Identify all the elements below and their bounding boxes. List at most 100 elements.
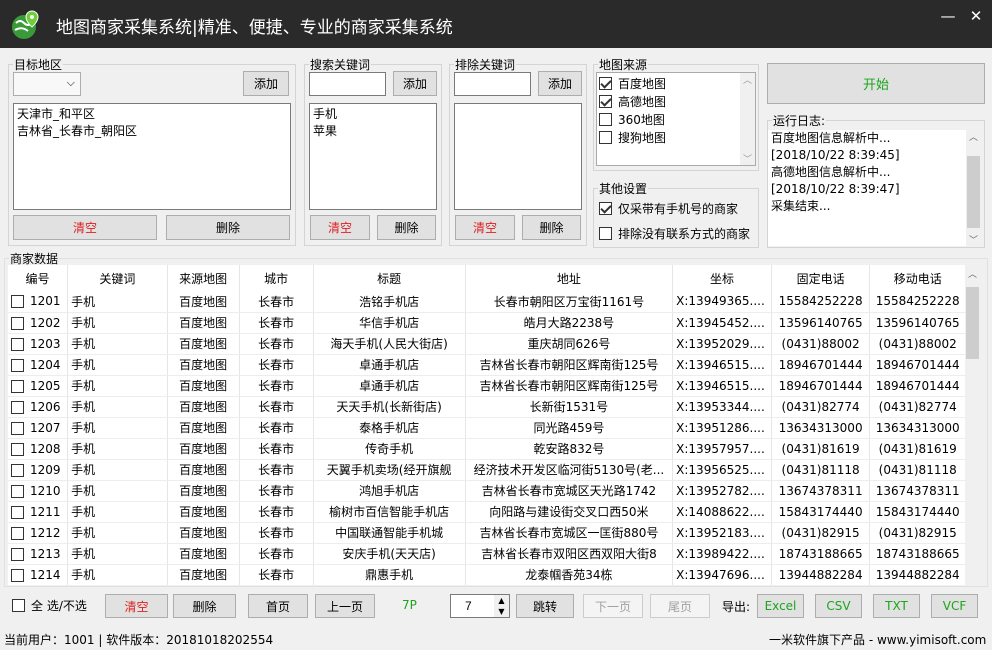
row-checkbox[interactable] [11,358,24,372]
region-clear-button[interactable]: 清空 [13,215,157,240]
row-checkbox[interactable] [11,484,24,498]
keyword-list[interactable]: 手机 苹果 [309,103,437,210]
table-scrollbar[interactable]: ︿ [965,265,980,585]
row-checkbox[interactable] [11,316,24,330]
source-checkbox[interactable] [599,77,612,90]
next-page-button[interactable]: 下一页 [583,594,643,618]
source-checkbox[interactable] [599,95,612,108]
column-header[interactable]: 标题 [313,265,466,291]
scroll-down-icon[interactable]: ﹀ [966,233,981,246]
exclude-delete-button[interactable]: 删除 [522,215,581,240]
source-label: 百度地图 [618,77,667,91]
source-baidu[interactable]: 百度地图 [599,75,666,92]
minimize-button[interactable]: — [938,6,958,26]
exclude-no-contact-checkbox[interactable] [599,227,612,240]
goto-page-button[interactable]: 跳转 [516,594,574,618]
scroll-up-icon[interactable]: ︿ [740,73,755,86]
row-id: 1205 [30,378,61,393]
table-row[interactable]: 1202 手机 百度地图 长春市 华信手机店 皓月大路2238号 X:13945452...… [8,312,966,334]
scroll-down-icon[interactable]: ﹀ [740,152,755,165]
table-row[interactable]: 1208 手机 百度地图 长春市 传奇手机 乾安路832号 X:13957957.... (0… [8,438,966,460]
row-checkbox[interactable] [11,526,24,540]
table-row[interactable]: 1207 手机 百度地图 长春市 泰格手机店 同光路459号 X:13951286.... 1… [8,417,966,439]
table-scroll-thumb[interactable] [966,287,979,359]
keyword-add-button[interactable]: 添加 [393,71,437,96]
exclude-no-contact-option[interactable]: 排除没有联系方式的商家 [599,225,750,242]
row-checkbox[interactable] [11,442,24,456]
table-row[interactable]: 1209 手机 百度地图 长春市 天翼手机卖场(经开旗舰 经济技术开发区临河街5130号(… [8,459,966,481]
exclude-clear-button[interactable]: 清空 [455,215,515,240]
last-page-button[interactable]: 尾页 [650,594,710,618]
table-row[interactable]: 1204 手机 百度地图 长春市 卓通手机店 吉林省长春市朝阳区辉南街125号 X:1394… [8,354,966,376]
list-item[interactable]: 手机 [310,106,436,123]
region-delete-button[interactable]: 删除 [166,215,290,240]
column-header[interactable]: 关键词 [67,265,168,291]
keyword-delete-button[interactable]: 删除 [377,215,436,240]
export-vcf-button[interactable]: VCF [931,594,978,618]
column-header[interactable]: 城市 [239,265,314,291]
region-list[interactable]: 天津市_和平区 吉林省_长春市_朝阳区 [13,103,291,210]
start-button[interactable]: 开始 [767,63,985,104]
column-header[interactable]: 编号 [8,265,69,291]
table-row[interactable]: 1210 手机 百度地图 长春市 鸿旭手机店 吉林省长春市宽城区天光路1742 X:1395… [8,480,966,502]
keyword-clear-button[interactable]: 清空 [310,215,370,240]
row-checkbox[interactable] [11,547,24,561]
page-stepper[interactable]: ▲ ▼ [494,595,509,617]
log-scrollbar[interactable]: ︿ ﹀ [966,130,981,246]
export-excel-button[interactable]: Excel [757,594,804,618]
stepper-up-icon[interactable]: ▲ [494,595,509,606]
list-item[interactable]: 吉林省_长春市_朝阳区 [14,123,290,140]
column-header[interactable]: 固定电话 [771,265,871,291]
row-checkbox[interactable] [11,379,24,393]
source-checkbox[interactable] [599,113,612,126]
mobile-only-checkbox[interactable] [599,202,612,215]
first-page-button[interactable]: 首页 [248,594,308,618]
table-row[interactable]: 1213 手机 百度地图 长春市 安庆手机(天天店) 吉林省长春市双阳区西双阳大街8 X:1… [8,543,966,565]
table-row[interactable]: 1214 手机 百度地图 长春市 鼎惠手机 龙泰帼香苑34栋 X:13947696.... 1… [8,564,966,585]
data-delete-button[interactable]: 删除 [173,594,236,618]
row-checkbox[interactable] [11,505,24,519]
data-clear-button[interactable]: 清空 [105,594,168,618]
scroll-up-icon[interactable]: ︿ [965,265,980,285]
close-button[interactable]: ✕ [966,6,986,26]
source-checkbox[interactable] [599,131,612,144]
export-txt-button[interactable]: TXT [873,594,920,618]
mobile-only-option[interactable]: 仅采带有手机号的商家 [599,200,738,217]
select-all-option[interactable]: 全 选/不选 [12,597,87,614]
select-all-checkbox[interactable] [12,599,25,612]
table-row[interactable]: 1211 手机 百度地图 长春市 榆树市百信智能手机店 向阳路与建设街交叉口西50米 X:1… [8,501,966,523]
column-header[interactable]: 移动电话 [869,265,966,291]
exclude-input[interactable] [454,72,531,96]
prev-page-button[interactable]: 上一页 [315,594,375,618]
row-checkbox[interactable] [11,337,24,351]
map-source-list[interactable]: 百度地图 高德地图 360地图 搜狗地图 ︿ ﹀ [596,72,756,166]
row-checkbox[interactable] [11,463,24,477]
source-scrollbar[interactable]: ︿ ﹀ [740,73,755,165]
list-item[interactable]: 苹果 [310,123,436,140]
scroll-up-icon[interactable]: ︿ [966,130,981,143]
region-add-button[interactable]: 添加 [243,71,289,96]
list-item[interactable]: 天津市_和平区 [14,106,290,123]
row-checkbox[interactable] [11,295,24,309]
column-header[interactable]: 来源地图 [167,265,240,291]
row-checkbox[interactable] [11,568,24,582]
row-checkbox[interactable] [11,421,24,435]
source-gaode[interactable]: 高德地图 [599,93,666,110]
table-row[interactable]: 1201 手机 百度地图 长春市 浩铭手机店 长春市朝阳区万宝街1161号 X:139493… [8,291,966,313]
table-row[interactable]: 1205 手机 百度地图 长春市 卓通手机店 吉林省长春市朝阳区辉南街125号 X:1394… [8,375,966,397]
column-header[interactable]: 坐标 [672,265,772,291]
table-row[interactable]: 1212 手机 百度地图 长春市 中国联通智能手机城 吉林省长春市宽城区一匡街880号 X:… [8,522,966,544]
table-row[interactable]: 1203 手机 百度地图 长春市 海天手机(人民大街店) 重庆胡同626号 X:139520… [8,333,966,355]
exclude-add-button[interactable]: 添加 [538,71,582,96]
region-select[interactable]: ⌵ [13,72,81,96]
export-csv-button[interactable]: CSV [815,594,862,618]
keyword-input[interactable] [309,72,386,96]
table-row[interactable]: 1206 手机 百度地图 长春市 天天手机(长新街店) 长新街1531号 X:1395334… [8,396,966,418]
stepper-down-icon[interactable]: ▼ [494,606,509,617]
exclude-list[interactable] [454,103,582,210]
row-checkbox[interactable] [11,400,24,414]
log-scroll-thumb[interactable] [967,156,980,228]
source-360[interactable]: 360地图 [599,111,665,128]
source-sogou[interactable]: 搜狗地图 [599,129,666,146]
column-header[interactable]: 地址 [465,265,674,291]
